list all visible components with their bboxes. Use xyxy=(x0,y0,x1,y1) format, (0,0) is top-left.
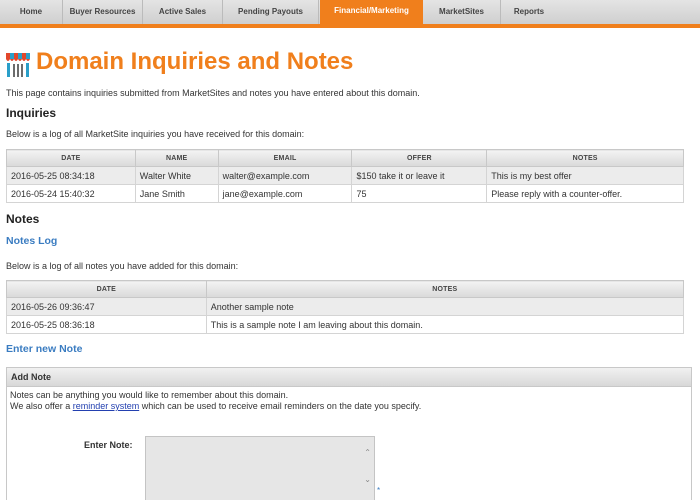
nav-buyer-resources[interactable]: Buyer Resources xyxy=(63,0,143,24)
scroll-down-icon[interactable]: ⌄ xyxy=(364,475,371,484)
inquiry-notes: Please reply with a counter-offer. xyxy=(486,184,684,203)
note-date: 2016-05-26 09:36:47 xyxy=(6,297,207,316)
note-text: This is a sample note I am leaving about… xyxy=(205,315,685,334)
nav-financial-marketing[interactable]: Financial/Marketing xyxy=(320,0,423,24)
inquiry-name: Walter White xyxy=(134,166,219,185)
col-date[interactable]: DATE xyxy=(6,149,136,167)
inquiry-email: walter@example.com xyxy=(217,166,353,185)
top-nav-bar: Home Buyer Resources Active Sales Pendin… xyxy=(0,0,700,28)
col-email[interactable]: EMAIL xyxy=(217,149,353,167)
nav-home[interactable]: Home xyxy=(0,0,63,24)
table-row: 2016-05-24 15:40:32 Jane Smith jane@exam… xyxy=(6,184,684,203)
scroll-up-icon[interactable]: ⌃ xyxy=(364,448,371,457)
col-name[interactable]: NAME xyxy=(134,149,219,167)
inquiry-name: Jane Smith xyxy=(134,184,219,203)
storefront-icon xyxy=(6,53,30,77)
enter-new-note-heading[interactable]: Enter new Note xyxy=(6,343,82,355)
notes-log-heading[interactable]: Notes Log xyxy=(6,235,57,247)
nav-marketsites[interactable]: MarketSites xyxy=(423,0,501,24)
col-notes[interactable]: NOTES xyxy=(205,280,685,298)
inquiries-header-row: DATE NAME EMAIL OFFER NOTES xyxy=(6,149,684,167)
table-row: 2016-05-25 08:36:18 This is a sample not… xyxy=(6,315,685,334)
add-note-panel: Add Note Notes can be anything you would… xyxy=(6,367,692,500)
notes-heading: Notes xyxy=(6,212,40,226)
table-row: 2016-05-26 09:36:47 Another sample note xyxy=(6,297,685,316)
note-date: 2016-05-25 08:36:18 xyxy=(6,315,207,334)
notes-table: DATE NOTES 2016-05-26 09:36:47 Another s… xyxy=(6,280,685,334)
add-note-header: Add Note xyxy=(7,368,691,387)
add-note-line1: Notes can be anything you would like to … xyxy=(10,390,289,400)
add-note-line2-pre: We also offer a xyxy=(10,401,73,411)
note-text: Another sample note xyxy=(205,297,685,316)
inquiries-heading: Inquiries xyxy=(6,106,57,120)
page-title: Domain Inquiries and Notes xyxy=(36,48,354,75)
add-note-line2-post: which can be used to receive email remin… xyxy=(139,401,422,411)
enter-note-label: Enter Note: xyxy=(84,440,133,450)
add-note-instructions: Notes can be anything you would like to … xyxy=(10,390,421,412)
inquiry-email: jane@example.com xyxy=(217,184,353,203)
col-notes[interactable]: NOTES xyxy=(486,149,684,167)
nav-pending-payouts[interactable]: Pending Payouts xyxy=(223,0,319,24)
inquiry-offer: $150 take it or leave it xyxy=(351,166,488,185)
inquiry-offer: 75 xyxy=(351,184,488,203)
inquiry-date: 2016-05-24 15:40:32 xyxy=(6,184,136,203)
reminder-system-link[interactable]: reminder system xyxy=(73,401,140,411)
col-date[interactable]: DATE xyxy=(6,280,207,298)
col-offer[interactable]: OFFER xyxy=(351,149,488,167)
inquiries-description: Below is a log of all MarketSite inquiri… xyxy=(6,129,305,139)
page-intro: This page contains inquiries submitted f… xyxy=(6,88,420,98)
nav-reports[interactable]: Reports xyxy=(501,0,557,24)
notes-header-row: DATE NOTES xyxy=(6,280,685,298)
required-mark: * xyxy=(377,486,381,495)
inquiry-notes: This is my best offer xyxy=(486,166,684,185)
table-row: 2016-05-25 08:34:18 Walter White walter@… xyxy=(6,166,684,185)
nav-active-sales[interactable]: Active Sales xyxy=(143,0,223,24)
inquiries-table: DATE NAME EMAIL OFFER NOTES 2016-05-25 0… xyxy=(6,149,684,203)
note-textarea[interactable]: ⌃ ⌄ xyxy=(145,436,375,500)
notes-description: Below is a log of all notes you have add… xyxy=(6,261,239,271)
inquiry-date: 2016-05-25 08:34:18 xyxy=(6,166,136,185)
